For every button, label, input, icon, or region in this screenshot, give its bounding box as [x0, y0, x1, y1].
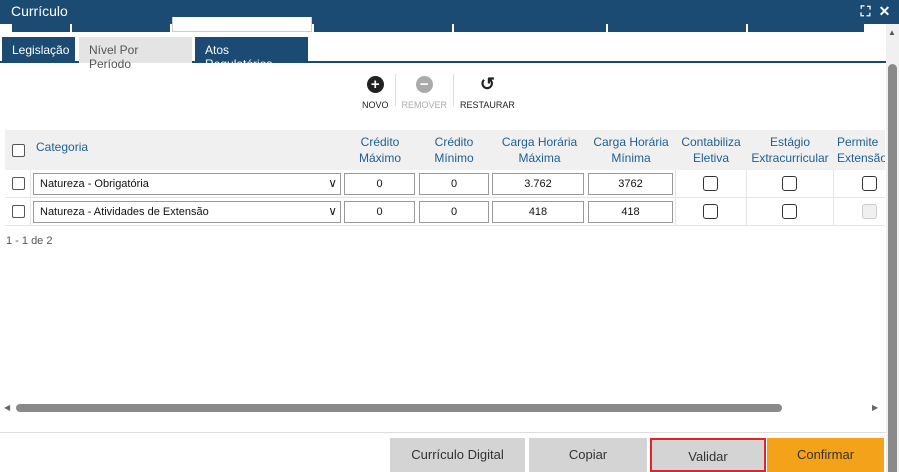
outer-tab[interactable] [454, 17, 606, 32]
credito-maximo-input[interactable]: 0 [344, 201, 415, 223]
tab-nivel-por-periodo[interactable]: Nível Por Período [79, 37, 192, 71]
carga-horaria-maxima-input[interactable]: 418 [492, 201, 584, 223]
cell-divider [833, 170, 834, 198]
cell-divider [746, 198, 747, 226]
permite-extensao-checkbox[interactable] [862, 176, 877, 191]
column-header-line: Máximo [358, 151, 401, 165]
chevron-down-icon: ∨ [328, 176, 337, 190]
scroll-left-arrow-icon[interactable]: ◀ [4, 403, 10, 412]
column-header-credito-maximo[interactable]: Crédito Máximo [344, 134, 416, 166]
horizontal-scrollbar-thumb[interactable] [16, 404, 782, 412]
column-header-permite-extensao[interactable]: Permite Extensão [837, 134, 885, 166]
column-header-line: Permite [837, 135, 879, 149]
outer-tab[interactable] [314, 17, 452, 32]
credito-maximo-input[interactable]: 0 [344, 173, 415, 195]
restore-button[interactable]: ↺ RESTAURAR [454, 72, 521, 114]
column-header-line: Máxima [518, 151, 561, 165]
table-row: Natureza - Atividades de Extensão ∨ 0 0 … [5, 198, 885, 226]
credito-minimo-input[interactable]: 0 [419, 173, 489, 195]
curriculum-grid: Categoria Crédito Máximo Crédito Mínimo … [5, 130, 885, 226]
grid-toolbar: + NOVO − REMOVER ↺ RESTAURAR [356, 72, 521, 116]
restore-history-icon: ↺ [479, 74, 495, 94]
pager-info: 1 - 1 de 2 [6, 235, 53, 247]
minus-circle-icon: − [415, 76, 433, 93]
column-header-categoria[interactable]: Categoria [36, 139, 88, 155]
chevron-down-icon: ∨ [328, 204, 337, 218]
permite-extensao-checkbox [862, 204, 877, 219]
restore-button-label: RESTAURAR [460, 100, 515, 110]
column-header-line: Contabiliza [681, 135, 741, 149]
estagio-extracurricular-checkbox[interactable] [782, 176, 797, 191]
curriculo-digital-button[interactable]: Currículo Digital [390, 438, 525, 472]
remove-button[interactable]: − REMOVER [396, 72, 454, 114]
carga-horaria-minima-input[interactable]: 418 [588, 201, 673, 223]
categoria-select[interactable]: Natureza - Obrigatória ∨ [33, 173, 341, 195]
estagio-extracurricular-checkbox[interactable] [782, 204, 797, 219]
column-header-line: Mínima [611, 151, 651, 165]
copy-button[interactable]: Copiar [529, 438, 647, 472]
column-header-line: Crédito [434, 135, 474, 149]
column-header-contabiliza-eletiva[interactable]: Contabiliza Eletiva [676, 134, 746, 166]
categoria-select-value: Natureza - Obrigatória [40, 178, 149, 190]
outer-tab[interactable] [608, 17, 746, 32]
contabiliza-eletiva-checkbox[interactable] [703, 176, 718, 191]
column-header-line: Estágio [769, 135, 811, 149]
categoria-select-value: Natureza - Atividades de Extensão [40, 206, 209, 218]
plus-circle-icon: + [366, 76, 384, 93]
row-checkbox[interactable] [12, 205, 25, 218]
outer-tab-active[interactable] [172, 17, 312, 32]
scroll-right-arrow-icon[interactable]: ▶ [872, 403, 878, 412]
cell-divider [675, 198, 676, 226]
horizontal-scrollbar[interactable]: ◀ ▶ [0, 402, 886, 415]
cell-divider [833, 198, 834, 226]
scroll-up-arrow-icon[interactable]: ▲ [888, 28, 896, 37]
carga-horaria-maxima-input[interactable]: 3.762 [492, 173, 584, 195]
tab-atos-regulatorios[interactable]: Atos Regulatórios [195, 37, 308, 71]
validate-button[interactable]: Validar [650, 438, 766, 472]
contabiliza-eletiva-checkbox[interactable] [703, 204, 718, 219]
outer-tab-strip [0, 17, 899, 32]
outer-tab[interactable] [748, 17, 864, 32]
column-header-credito-minimo[interactable]: Crédito Mínimo [418, 134, 490, 166]
new-button-label: NOVO [362, 100, 389, 110]
cell-divider [746, 170, 747, 198]
row-checkbox[interactable] [12, 177, 25, 190]
table-row: Natureza - Obrigatória ∨ 0 0 3.762 3762 [5, 170, 885, 198]
outer-tab[interactable] [72, 17, 170, 32]
sub-tab-strip: Legislação Nível Por Período Atos Regula… [0, 32, 899, 71]
column-header-line: Mínimo [434, 151, 474, 165]
grid-header: Categoria Crédito Máximo Crédito Mínimo … [5, 130, 885, 170]
cell-divider [30, 198, 31, 226]
categoria-select[interactable]: Natureza - Atividades de Extensão ∨ [33, 201, 341, 223]
credito-minimo-input[interactable]: 0 [419, 201, 489, 223]
cell-divider [675, 170, 676, 198]
column-header-line: Carga Horária [593, 135, 669, 149]
carga-horaria-minima-input[interactable]: 3762 [588, 173, 673, 195]
cell-divider [30, 170, 31, 198]
remove-button-label: REMOVER [401, 100, 448, 110]
column-header-carga-horaria-minima[interactable]: Carga Horária Mínima [587, 134, 675, 166]
column-header-estagio-extracurricular[interactable]: Estágio Extracurricular [748, 134, 832, 166]
vertical-scrollbar[interactable]: ▲ [886, 24, 899, 472]
footer-divider [0, 432, 886, 433]
new-button[interactable]: + NOVO [356, 72, 395, 114]
column-header-line: Extracurricular [751, 151, 829, 165]
confirm-button[interactable]: Confirmar [767, 438, 884, 472]
outer-tab[interactable] [12, 17, 70, 32]
column-header-line: Carga Horária [501, 135, 578, 149]
column-header-line: Extensão [837, 151, 885, 165]
column-header-line: Crédito [360, 135, 400, 149]
tab-legislacao[interactable]: Legislação [2, 37, 75, 63]
column-header-line: Eletiva [692, 151, 730, 165]
column-header-carga-horaria-maxima[interactable]: Carga Horária Máxima [492, 134, 587, 166]
vertical-scrollbar-thumb[interactable] [888, 64, 897, 472]
select-all-checkbox[interactable] [12, 144, 25, 157]
